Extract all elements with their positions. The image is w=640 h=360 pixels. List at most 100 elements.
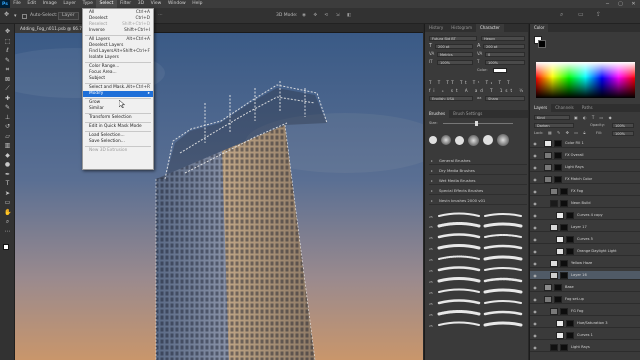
menu-help[interactable]: Help: [189, 0, 206, 8]
fill-field[interactable]: 100%: [612, 131, 634, 136]
zoom-tool-icon[interactable]: ⌕: [4, 218, 11, 225]
tab-histogram[interactable]: Histogram: [447, 24, 476, 32]
type-tool-icon[interactable]: T: [4, 180, 11, 187]
layer-filter-kind[interactable]: Kind: [534, 115, 570, 120]
menu-3d[interactable]: 3D: [134, 0, 147, 8]
layer-mask-thumbnail[interactable]: [560, 260, 568, 267]
kerning-field[interactable]: Metrics: [437, 52, 473, 57]
visibility-eye-icon[interactable]: ◉: [532, 163, 538, 172]
layer-row[interactable]: ◉ FX Match Color: [530, 175, 640, 184]
brush-folder[interactable]: General Brushes: [429, 156, 527, 165]
visibility-eye-icon[interactable]: ◉: [532, 319, 538, 328]
menu-view[interactable]: View: [147, 0, 164, 8]
menu-filter[interactable]: Filter: [117, 0, 135, 8]
layer-row[interactable]: ◉ Curves 1: [530, 331, 640, 340]
layer-row[interactable]: ◉ Light Rays: [530, 343, 640, 352]
visibility-eye-icon[interactable]: ◉: [532, 175, 538, 184]
layer-mask-thumbnail[interactable]: [566, 236, 574, 243]
lock-icons[interactable]: ▦ ✎ ✥ ▭ 🔒︎: [548, 130, 587, 135]
font-size-field[interactable]: 200 pt: [435, 44, 473, 49]
clone-stamp-tool-icon[interactable]: ⊥: [4, 114, 11, 121]
layer-mask-thumbnail[interactable]: [560, 272, 568, 279]
layer-mask-thumbnail[interactable]: [554, 296, 562, 303]
menu-window[interactable]: Window: [165, 0, 189, 8]
select-menu-item-inverse[interactable]: Inverse Shift+Ctrl+I: [83, 28, 153, 34]
tab-brushes[interactable]: Brushes: [425, 110, 450, 118]
visibility-eye-icon[interactable]: ◉: [532, 151, 538, 160]
select-menu-item-save-selection[interactable]: Save Selection...: [83, 139, 153, 145]
visibility-eye-icon[interactable]: ◉: [532, 331, 538, 340]
move-tool-icon[interactable]: ✥: [4, 11, 9, 19]
antialias-field[interactable]: Sharp: [485, 96, 525, 101]
color-spectrum[interactable]: [536, 62, 635, 98]
select-menu-item-transform-selection[interactable]: Transform Selection: [83, 115, 153, 121]
layer-mask-thumbnail[interactable]: [560, 188, 568, 195]
rectangle-tool-icon[interactable]: ▭: [4, 199, 11, 206]
select-menu-item-modify[interactable]: Modify ▸: [83, 91, 153, 97]
more-tools-icon[interactable]: ⋯: [4, 228, 11, 235]
layer-row[interactable]: ◉ Layer 17: [530, 223, 640, 232]
visibility-eye-icon[interactable]: ◉: [532, 199, 538, 208]
close-icon[interactable]: ✕: [627, 0, 640, 8]
layer-row[interactable]: ◉ Fog set-up: [530, 295, 640, 304]
background-color-swatch[interactable]: [538, 40, 546, 48]
layer-row[interactable]: ◉ FG Fog: [530, 307, 640, 316]
menu-type[interactable]: Type: [79, 0, 96, 8]
leading-field[interactable]: 200 pt: [483, 44, 525, 49]
font-style-field[interactable]: Heavy: [481, 36, 525, 41]
maximize-icon[interactable]: ▢: [614, 0, 627, 8]
layer-mask-thumbnail[interactable]: [560, 344, 568, 351]
brush-tool-icon[interactable]: ✎: [4, 104, 11, 111]
recent-brushes[interactable]: [429, 131, 525, 149]
layer-row[interactable]: ◉ Layer 16: [530, 271, 640, 280]
brush-stroke-grid[interactable]: 25 25 25 25 25 25 25 25 25 25 25: [429, 210, 525, 340]
horizontal-scale-field[interactable]: 100%: [485, 60, 525, 65]
blur-tool-icon[interactable]: ◆: [4, 152, 11, 159]
tab-layers[interactable]: Layers: [530, 104, 552, 112]
opentype-buttons[interactable]: fi ℴ st A ad T 1st ½: [429, 88, 525, 94]
layer-row[interactable]: ◉ Orange Daylight Light: [530, 247, 640, 256]
eraser-tool-icon[interactable]: ▱: [4, 133, 11, 140]
layer-row[interactable]: ◉ Yellow Haze: [530, 259, 640, 268]
layer-mask-thumbnail[interactable]: [554, 164, 562, 171]
layer-row[interactable]: ◉ Hue/Saturation 3: [530, 319, 640, 328]
layer-row[interactable]: ◉ Neon Build: [530, 199, 640, 208]
path-select-tool-icon[interactable]: ➤: [4, 190, 11, 197]
visibility-eye-icon[interactable]: ◉: [532, 235, 538, 244]
tab-color[interactable]: Color: [530, 24, 549, 32]
visibility-eye-icon[interactable]: ◉: [532, 187, 538, 196]
layer-row[interactable]: ◉ Curves 5: [530, 235, 640, 244]
tracking-field[interactable]: 0: [485, 52, 525, 57]
opacity-field[interactable]: 100%: [612, 123, 634, 128]
history-brush-tool-icon[interactable]: ↺: [4, 123, 11, 130]
menu-layer[interactable]: Layer: [60, 0, 79, 8]
visibility-eye-icon[interactable]: ◉: [532, 343, 538, 352]
crop-tool-icon[interactable]: ⌗: [4, 66, 11, 73]
layer-mask-thumbnail[interactable]: [566, 332, 574, 339]
eyedropper-tool-icon[interactable]: ⟋: [4, 85, 11, 92]
minimize-icon[interactable]: ─: [601, 0, 614, 8]
text-color-swatch[interactable]: [493, 68, 507, 73]
visibility-eye-icon[interactable]: ◉: [532, 139, 538, 148]
brush-folder[interactable]: Dry Media Brushes: [429, 166, 527, 175]
font-family-field[interactable]: Futura Std BT: [429, 36, 477, 41]
select-menu-item-subject[interactable]: Subject: [83, 76, 153, 82]
layer-row[interactable]: ◉ FX Overall: [530, 151, 640, 160]
layer-mask-thumbnail[interactable]: [560, 224, 568, 231]
toolbar-foreground-swatch[interactable]: [3, 244, 9, 250]
menu-file[interactable]: File: [10, 0, 24, 8]
select-menu-item-similar[interactable]: Similar: [83, 106, 153, 112]
brush-size-handle[interactable]: [475, 121, 478, 126]
layer-mask-thumbnail[interactable]: [554, 176, 562, 183]
canvas[interactable]: [15, 33, 423, 360]
gradient-tool-icon[interactable]: ▥: [4, 142, 11, 149]
layer-mask-thumbnail[interactable]: [560, 200, 568, 207]
layer-mask-thumbnail[interactable]: [554, 284, 562, 291]
auto-select-checkbox[interactable]: [22, 13, 27, 19]
layer-mask-thumbnail[interactable]: [554, 152, 562, 159]
layer-filter-icons[interactable]: ▣ ◐ T ▭ ◆: [574, 115, 614, 120]
visibility-eye-icon[interactable]: ◉: [532, 247, 538, 256]
menu-image[interactable]: Image: [39, 0, 60, 8]
marquee-tool-icon[interactable]: ⬚: [4, 38, 11, 45]
brush-size-slider[interactable]: [443, 123, 513, 124]
